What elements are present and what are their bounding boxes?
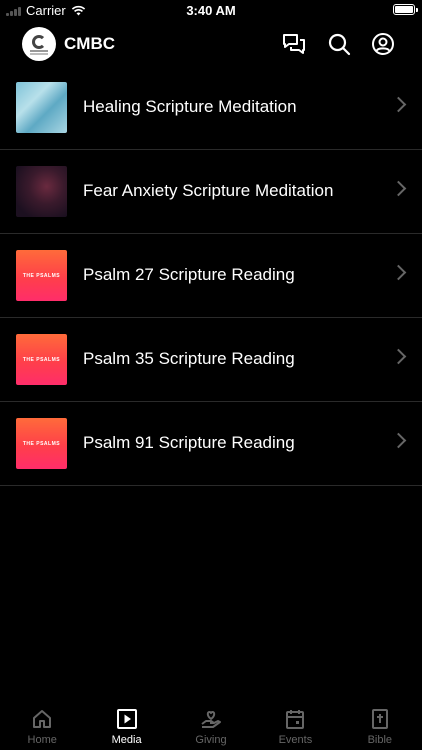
chevron-right-icon	[390, 180, 407, 197]
home-icon	[33, 710, 52, 728]
tab-bar: Home Media Giving Events Bible	[0, 700, 422, 750]
status-time: 3:40 AM	[186, 3, 236, 18]
thumbnail-text: THE PSALMS	[22, 440, 61, 447]
tab-label: Home	[27, 734, 57, 746]
media-thumbnail: THE PSALMS	[16, 418, 67, 469]
thumbnail-text: THE PSALMS	[22, 272, 61, 279]
media-item[interactable]: THE PSALMS Psalm 27 Scripture Reading	[0, 234, 422, 318]
chevron-right-icon	[390, 96, 407, 113]
tab-label: Giving	[195, 734, 227, 746]
app-title: CMBC	[64, 34, 115, 53]
profile-icon[interactable]	[370, 31, 396, 57]
giving-icon	[201, 711, 222, 728]
media-icon	[116, 709, 137, 729]
media-list: Healing Scripture Meditation Fear Anxiet…	[0, 66, 422, 486]
chat-icon[interactable]	[281, 31, 307, 57]
tab-giving[interactable]: Giving	[169, 700, 253, 750]
media-item[interactable]: Fear Anxiety Scripture Meditation	[0, 150, 422, 234]
tab-label: Bible	[367, 734, 393, 746]
media-thumbnail	[16, 166, 67, 217]
tab-bible[interactable]: Bible	[338, 700, 422, 750]
media-item-title: Psalm 27 Scripture Reading	[83, 265, 295, 284]
tab-events[interactable]: Events	[253, 700, 337, 750]
tab-label: Media	[111, 734, 142, 746]
tab-media[interactable]: Media	[84, 700, 168, 750]
tab-label: Events	[278, 734, 313, 746]
chevron-right-icon	[390, 348, 407, 365]
media-item-title: Fear Anxiety Scripture Meditation	[83, 181, 334, 200]
media-item[interactable]: Healing Scripture Meditation	[0, 66, 422, 150]
media-item-title: Psalm 91 Scripture Reading	[83, 433, 295, 452]
media-item[interactable]: THE PSALMS Psalm 35 Scripture Reading	[0, 318, 422, 402]
chevron-right-icon	[390, 264, 407, 281]
media-item-title: Psalm 35 Scripture Reading	[83, 349, 295, 368]
media-item-title: Healing Scripture Meditation	[83, 97, 297, 116]
app-header: CMBC	[0, 24, 422, 64]
search-icon[interactable]	[326, 31, 352, 57]
media-thumbnail: THE PSALMS	[16, 334, 67, 385]
media-thumbnail	[16, 82, 67, 133]
tab-home[interactable]: Home	[0, 700, 84, 750]
media-thumbnail: THE PSALMS	[16, 250, 67, 301]
church-logo	[22, 27, 56, 61]
calendar-icon	[286, 710, 305, 729]
chevron-right-icon	[390, 432, 407, 449]
media-item[interactable]: THE PSALMS Psalm 91 Scripture Reading	[0, 402, 422, 486]
thumbnail-text: THE PSALMS	[22, 356, 61, 363]
status-bar: Carrier 3:40 AM	[0, 0, 422, 22]
bible-icon	[371, 709, 388, 729]
battery-icon	[393, 4, 418, 15]
